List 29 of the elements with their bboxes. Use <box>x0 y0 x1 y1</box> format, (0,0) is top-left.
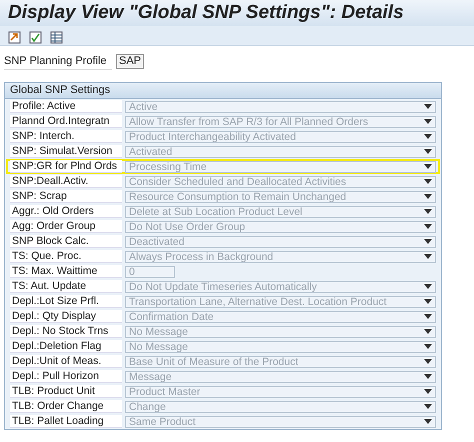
document-check-icon[interactable] <box>29 29 42 42</box>
field-label: Profile: Active <box>10 100 122 113</box>
field-label: Depl.: No Stock Trns <box>10 325 122 338</box>
field-label: SNP: Scrap <box>10 190 122 203</box>
field-label: Aggr.: Old Orders <box>10 205 122 218</box>
field-label: Plannd Ord.Integratn <box>10 115 122 128</box>
field-label: Agg: Order Group <box>10 220 122 233</box>
table-icon[interactable] <box>50 29 63 42</box>
field-label: Depl.:Lot Size Prfl. <box>10 295 122 308</box>
field-label: SNP Planning Profile <box>4 54 112 70</box>
field-label: SNP:GR for Plnd Ords <box>10 160 122 173</box>
field-label: Depl.:Deletion Flag <box>10 340 122 353</box>
group-title: Global SNP Settings <box>5 83 441 99</box>
field-label: Depl.:Unit of Meas. <box>10 355 122 368</box>
field-label: TLB: Pallet Loading <box>10 415 122 428</box>
field-label: TS: Aut. Update <box>10 280 122 293</box>
field-label: Depl.: Pull Horizon <box>10 370 122 383</box>
field-label: SNP: Interch. <box>10 130 122 143</box>
field-label: TLB: Product Unit <box>10 385 122 398</box>
field-label: TS: Que. Proc. <box>10 250 122 263</box>
window-title: Display View "Global SNP Settings": Details <box>8 2 405 24</box>
document-arrow-icon[interactable] <box>8 29 21 42</box>
field-label: SNP Block Calc. <box>10 235 122 248</box>
profile-field[interactable]: SAP <box>116 54 144 69</box>
field-label: SNP: Simulat.Version <box>10 145 122 158</box>
field-label: SNP:Deall.Activ. <box>10 175 122 188</box>
field-label: TS: Max. Waittime <box>10 265 122 278</box>
field-label: Depl.: Qty Display <box>10 310 122 323</box>
field-label: TLB: Order Change <box>10 400 122 413</box>
